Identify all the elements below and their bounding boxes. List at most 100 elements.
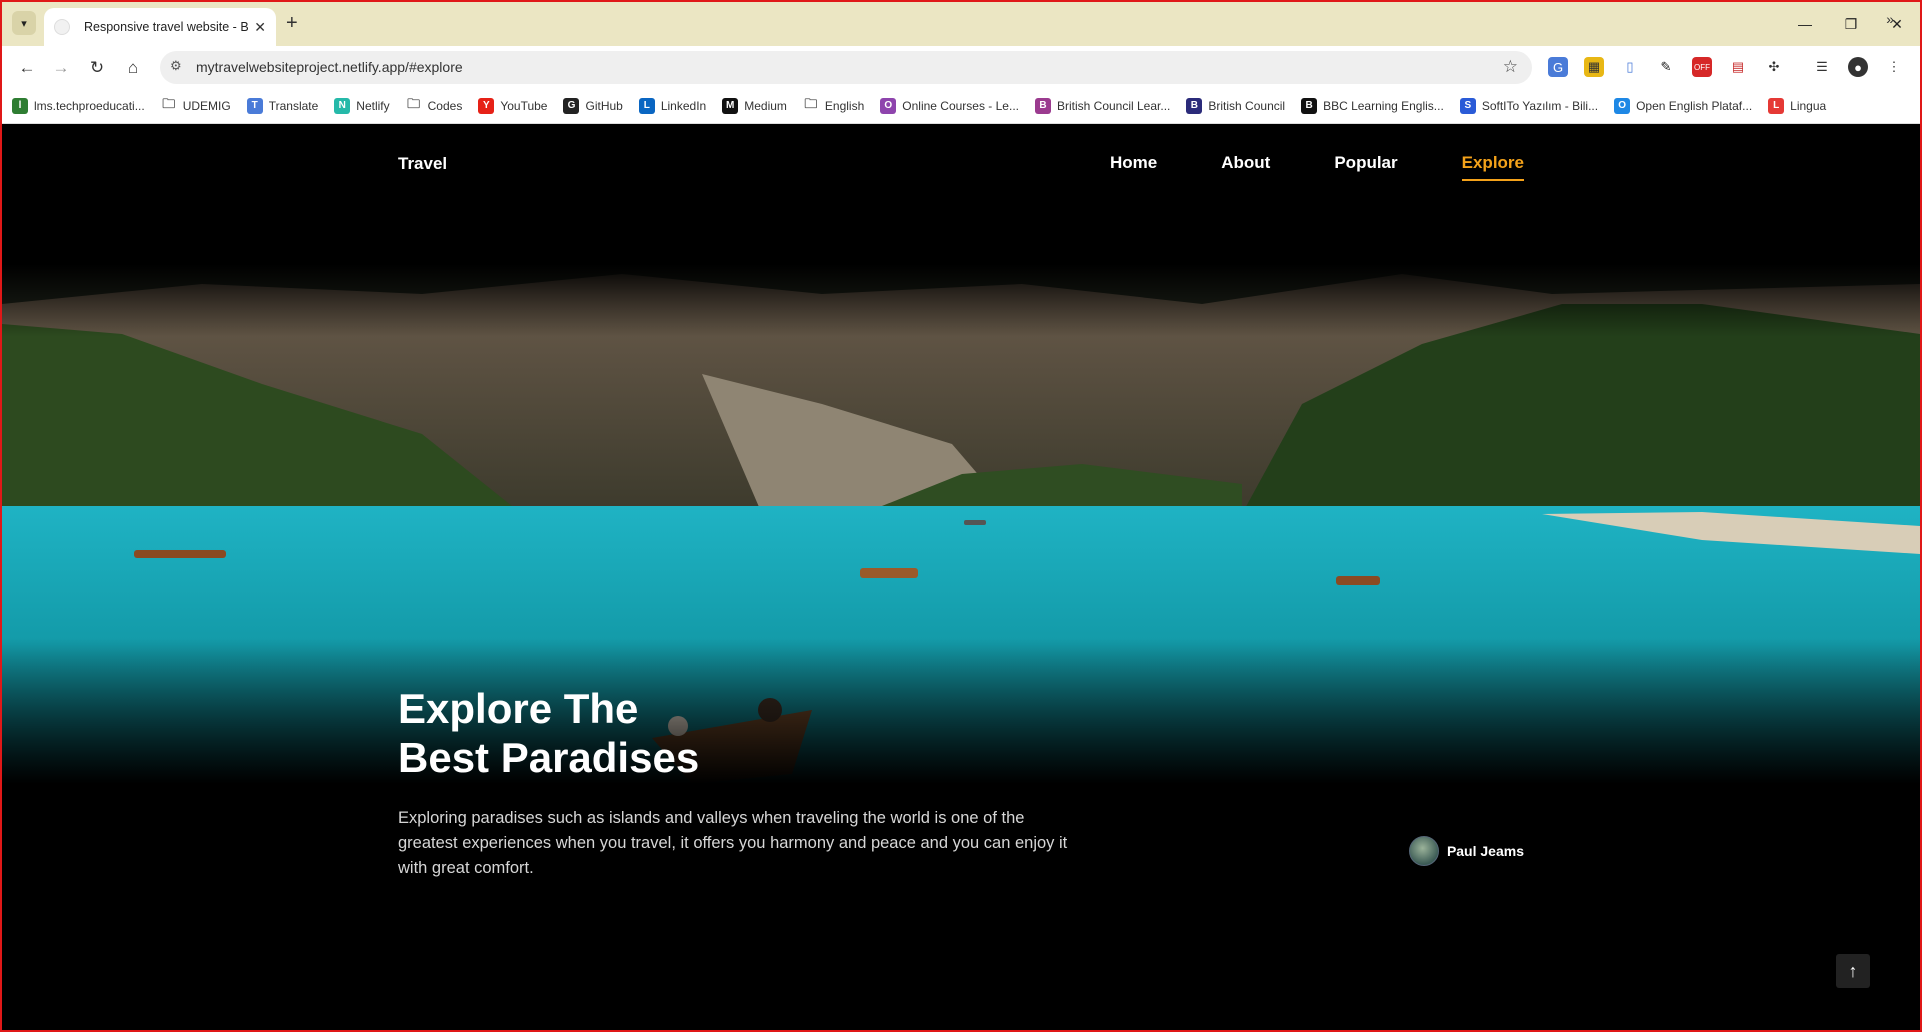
tab-favicon-icon — [54, 19, 70, 35]
tab-search-button[interactable]: ▾ — [12, 11, 36, 35]
bookmark-label: Medium — [744, 98, 787, 113]
scroll-up-button[interactable]: ↑ — [1836, 954, 1870, 988]
back-button[interactable]: ← — [14, 55, 40, 81]
bookmark-label: English — [824, 98, 865, 113]
eyedropper-extension-icon[interactable]: ✎ — [1656, 57, 1676, 77]
bookmark-item[interactable]: Y YouTube — [478, 97, 548, 114]
forward-button[interactable]: → — [48, 55, 74, 81]
hero-gradient-overlay — [2, 264, 1920, 784]
bookmark-item[interactable]: B British Council Lear... — [1034, 97, 1171, 114]
off-extension-icon[interactable]: OFF — [1692, 57, 1712, 77]
site-nav: Home About Popular Explore — [1110, 153, 1524, 181]
medium-icon: M — [722, 97, 739, 114]
web-page: Travel Home About Popular Explore Explore T… — [2, 124, 1920, 1030]
bookmark-item[interactable]: S SoftITo Yazılım - Bili... — [1459, 97, 1599, 114]
nav-link-home[interactable]: Home — [1110, 153, 1157, 181]
bookmark-label: BBC Learning Englis... — [1323, 98, 1444, 113]
extensions-puzzle-icon[interactable]: ✣ — [1764, 57, 1784, 77]
author-avatar — [1408, 836, 1439, 866]
bookmark-item[interactable]: L Lingua — [1768, 97, 1827, 114]
active-tab[interactable]: Responsive travel website - Bec ✕ — [44, 8, 276, 46]
author-credit: Paul Jeams — [1408, 836, 1524, 866]
bookmark-label: British Council Lear... — [1056, 98, 1171, 113]
browser-window: ▾ Responsive travel website - Bec ✕ + — … — [0, 0, 1922, 1032]
bookmark-item[interactable]: B British Council — [1186, 97, 1286, 114]
site-logo[interactable]: Travel — [398, 154, 447, 174]
netlify-icon: N — [334, 97, 351, 114]
folder-icon: 🗀 — [162, 95, 176, 111]
new-tab-button[interactable]: + — [286, 12, 298, 35]
clipboard-extension-icon[interactable]: ▯ — [1620, 57, 1640, 77]
open-english-icon: O — [1614, 97, 1631, 114]
bookmark-label: LinkedIn — [660, 98, 707, 113]
bookmark-label: Online Courses - Le... — [902, 98, 1019, 113]
tab-title: Responsive travel website - Bec — [84, 20, 249, 34]
bookmark-label: GitHub — [585, 98, 623, 113]
bookmarks-bar: l lms.techproeducati... 🗀 UDEMIG T Translate N… — [2, 88, 1920, 124]
british-council-icon: B — [1186, 97, 1203, 114]
reload-button[interactable]: ↻ — [84, 55, 110, 81]
bookmark-item[interactable]: G GitHub — [563, 97, 623, 114]
bookmark-label: Lingua — [1790, 98, 1827, 113]
extension-icon[interactable]: ▦ — [1584, 57, 1604, 77]
nav-link-explore[interactable]: Explore — [1461, 153, 1524, 181]
bookmark-label: Netlify — [356, 98, 390, 113]
minimize-button[interactable]: — — [1782, 2, 1828, 46]
restore-button[interactable]: ❐ — [1828, 2, 1874, 46]
bookmark-item[interactable]: L LinkedIn — [638, 97, 707, 114]
tab-close-icon[interactable]: ✕ — [254, 19, 266, 36]
reading-list-icon[interactable]: ☰ — [1812, 57, 1832, 77]
bookmark-item[interactable]: O Open English Plataf... — [1614, 97, 1753, 114]
linkedin-icon: L — [638, 97, 655, 114]
author-name: Paul Jeams — [1446, 843, 1524, 859]
github-icon: G — [563, 97, 580, 114]
check-icon: l — [12, 97, 28, 114]
softito-icon: S — [1459, 97, 1476, 114]
bookmark-item[interactable]: 🗀 UDEMIG — [161, 95, 231, 114]
bookmark-label: British Council — [1208, 98, 1286, 113]
headline-line-2: Best Paradises — [398, 734, 700, 781]
bookmarks-overflow-icon[interactable]: » — [1886, 11, 1894, 27]
arrow-up-icon: ↑ — [1848, 960, 1858, 981]
bbc-icon: B — [1301, 97, 1318, 114]
close-window-button[interactable]: ✕ — [1874, 2, 1920, 46]
folder-icon: 🗀 — [407, 95, 421, 111]
bookmark-item[interactable]: B BBC Learning Englis... — [1301, 97, 1444, 114]
url-text: mytravelwebsiteproject.netlify.app/#expl… — [196, 59, 463, 75]
bookmark-item[interactable]: 🗀 English — [803, 96, 865, 114]
bookmark-item[interactable]: O Online Courses - Le... — [880, 97, 1019, 114]
address-bar[interactable]: ⚙ mytravelwebsiteproject.netlify.app/#ex… — [160, 51, 1532, 84]
youtube-icon: Y — [478, 97, 495, 114]
explore-description: Exploring paradises such as islands and … — [398, 809, 1068, 877]
nav-link-popular[interactable]: Popular — [1334, 153, 1397, 181]
home-button[interactable]: ⌂ — [120, 55, 146, 81]
browser-toolbar: ← → ↻ ⌂ ⚙ mytravelwebsiteproject.netlify… — [2, 46, 1920, 88]
bookmark-label: lms.techproeducati... — [34, 98, 145, 113]
bookmark-item[interactable]: T Translate — [246, 97, 319, 114]
course-icon: O — [880, 97, 897, 114]
nav-link-about[interactable]: About — [1221, 153, 1270, 181]
bookmark-item[interactable]: l lms.techproeducati... — [12, 97, 145, 114]
profile-avatar-icon[interactable]: ● — [1848, 57, 1868, 77]
window-controls: — ❐ ✕ — [1782, 2, 1920, 46]
translate-icon: T — [246, 97, 263, 114]
calendar-extension-icon[interactable]: ▤ — [1728, 57, 1748, 77]
bookmark-label: YouTube — [500, 98, 548, 113]
bookmark-item[interactable]: 🗀 Codes — [406, 95, 463, 114]
headline-line-1: Explore The — [398, 685, 639, 732]
bookmark-label: SoftITo Yazılım - Bili... — [1481, 98, 1599, 113]
menu-kebab-icon[interactable]: ⋮ — [1884, 57, 1904, 77]
explore-headline: Explore The Best Paradises — [398, 684, 699, 782]
hero-lake-image — [2, 264, 1920, 784]
lingua-icon: L — [1768, 97, 1785, 114]
bookmark-star-icon[interactable]: ☆ — [1503, 57, 1518, 77]
bookmark-label: Translate — [268, 98, 319, 113]
translate-extension-icon[interactable]: G — [1548, 57, 1568, 77]
bookmark-label: Codes — [427, 98, 463, 113]
bookmark-item[interactable]: N Netlify — [334, 97, 390, 114]
tab-strip: ▾ Responsive travel website - Bec ✕ + — … — [2, 2, 1920, 46]
bookmark-label: UDEMIG — [182, 98, 231, 113]
bookmark-label: Open English Plataf... — [1636, 98, 1753, 113]
site-info-icon[interactable]: ⚙ — [170, 58, 182, 74]
bookmark-item[interactable]: M Medium — [722, 97, 787, 114]
